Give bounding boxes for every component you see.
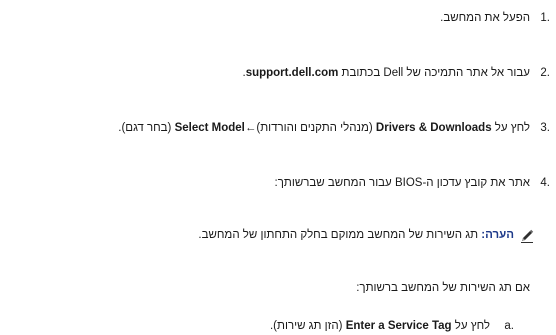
step-3-mid: (מנהלי התקנים והורדות) xyxy=(256,122,376,134)
arrow-icon: ← xyxy=(244,122,257,134)
note-body: תג השירות של המחשב ממוקם בחלק התחתון של … xyxy=(198,229,482,241)
note-label: הערה: xyxy=(481,229,514,241)
substep-a-text: לחץ על Enter a Service Tag (הזן תג שירות… xyxy=(270,320,490,332)
step-2-number: 2. xyxy=(540,67,550,79)
step-4-text: אתר את קובץ עדכון ה-BIOS עבור המחשב שברש… xyxy=(274,177,530,189)
support-link[interactable]: support.dell.com xyxy=(246,67,339,79)
step-4-number: 4. xyxy=(540,177,550,189)
step-2-text-before: עבור אל אתר התמיכה של Dell בכתובת xyxy=(338,67,530,79)
step-1-text: הפעל את המחשב. xyxy=(440,12,530,24)
enter-service-tag-label: Enter a Service Tag xyxy=(345,320,452,332)
step-3-suffix: (בחר דגם). xyxy=(118,122,175,134)
step-3-prefix: לחץ על xyxy=(491,122,530,134)
step-2-text: עבור אל אתר התמיכה של Dell בכתובת suppor… xyxy=(242,67,530,79)
step-1-number: 1. xyxy=(540,12,550,24)
service-tag-intro: אם תג השירות של המחשב ברשותך: xyxy=(356,282,530,294)
step-3-text: לחץ על Drivers & Downloads (מנהלי התקנים… xyxy=(118,122,530,134)
pencil-note-icon xyxy=(519,228,535,244)
drivers-downloads-label: Drivers & Downloads xyxy=(375,122,492,134)
select-model-label: Select Model xyxy=(174,122,245,134)
substep-a-prefix: לחץ על xyxy=(451,320,490,332)
substep-a-suffix: (הזן תג שירות). xyxy=(269,320,346,332)
note-text: הערה: תג השירות של המחשב ממוקם בחלק התחת… xyxy=(198,229,514,241)
step-3-number: 3. xyxy=(540,122,550,134)
substep-a-number: a. xyxy=(504,320,514,332)
